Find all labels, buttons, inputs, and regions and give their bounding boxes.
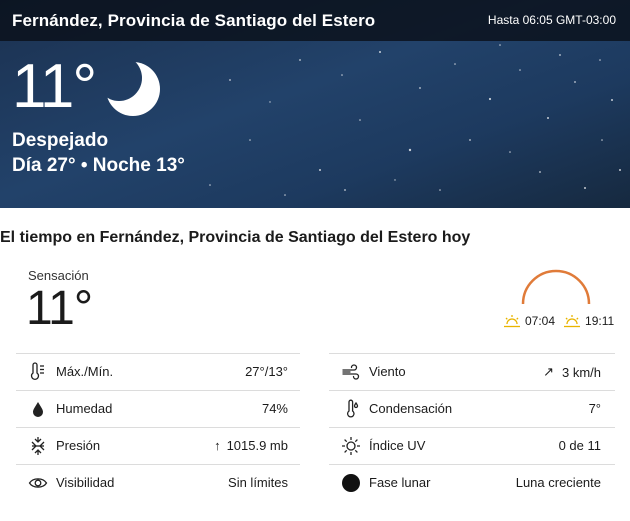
current-conditions-hero: Fernández, Provincia de Santiago del Est… xyxy=(0,0,630,208)
detail-label: Fase lunar xyxy=(369,475,431,490)
feels-like-value: 11° xyxy=(26,282,93,335)
today-section-title: El tiempo en Fernández, Provincia de San… xyxy=(0,229,471,246)
sunrise-time: 07:04 xyxy=(525,314,556,328)
dew-point-icon xyxy=(346,399,359,418)
detail-value: ↑ 1015.9 mb xyxy=(214,438,288,453)
sunset-time: 19:11 xyxy=(585,314,615,328)
detail-label: Visibilidad xyxy=(56,475,115,490)
pressure-trend-arrow-icon: ↑ xyxy=(214,438,221,453)
sunrise-sunset: 07:04 19:11 xyxy=(503,314,622,328)
detail-row-moon-phase: Fase lunar Luna creciente xyxy=(329,464,615,501)
detail-label: Presión xyxy=(56,438,101,453)
visibility-eye-icon xyxy=(28,478,48,488)
moon-phase-icon xyxy=(342,474,360,492)
detail-value: Luna creciente xyxy=(515,475,601,490)
detail-value: ↗ 3 km/h xyxy=(543,364,601,380)
pressure-icon xyxy=(31,437,45,455)
detail-row-visibility: Visibilidad Sin límites xyxy=(16,464,300,501)
sunrise-icon xyxy=(504,315,520,328)
feels-like-label: Sensación xyxy=(28,268,89,283)
moon-icon xyxy=(106,62,160,116)
day-night-temps: Día 27° • Noche 13° xyxy=(12,155,185,176)
detail-row-humidity: Humedad 74% xyxy=(16,390,300,427)
detail-row-max-min: Máx./Mín. 27°/13° xyxy=(16,353,300,390)
location-title: Fernández, Provincia de Santiago del Est… xyxy=(12,11,376,30)
wind-icon xyxy=(342,364,360,380)
detail-row-dew-point: Condensación 7° xyxy=(329,390,615,427)
detail-row-pressure: Presión ↑ 1015.9 mb xyxy=(16,427,300,464)
pressure-value: 1015.9 mb xyxy=(226,438,288,453)
detail-value: 0 de 11 xyxy=(558,438,601,453)
humidity-drop-icon xyxy=(33,402,43,417)
valid-until-timestamp: Hasta 06:05 GMT-03:00 xyxy=(487,13,616,27)
detail-label: Condensación xyxy=(369,401,453,416)
current-temperature: 11° xyxy=(12,52,97,121)
detail-label: Máx./Mín. xyxy=(56,364,114,379)
detail-label: Viento xyxy=(369,364,406,379)
uv-index-icon xyxy=(342,437,360,455)
detail-value: Sin límites xyxy=(228,475,288,490)
detail-row-uv-index: Índice UV 0 de 11 xyxy=(329,427,615,464)
detail-label: Índice UV xyxy=(369,438,426,453)
sunset-icon xyxy=(564,315,581,328)
sun-arc-icon xyxy=(521,269,591,305)
thermometer-icon xyxy=(30,362,44,381)
wind-direction-arrow-icon: ↗ xyxy=(543,364,554,379)
detail-value: 74% xyxy=(261,401,288,416)
detail-row-wind: Viento ↗ 3 km/h xyxy=(329,353,615,390)
weather-condition: Despejado xyxy=(12,130,109,151)
detail-value: 7° xyxy=(588,401,601,416)
detail-value: 27°/13° xyxy=(245,364,288,379)
wind-speed-value: 3 km/h xyxy=(561,364,601,380)
detail-label: Humedad xyxy=(56,401,113,416)
